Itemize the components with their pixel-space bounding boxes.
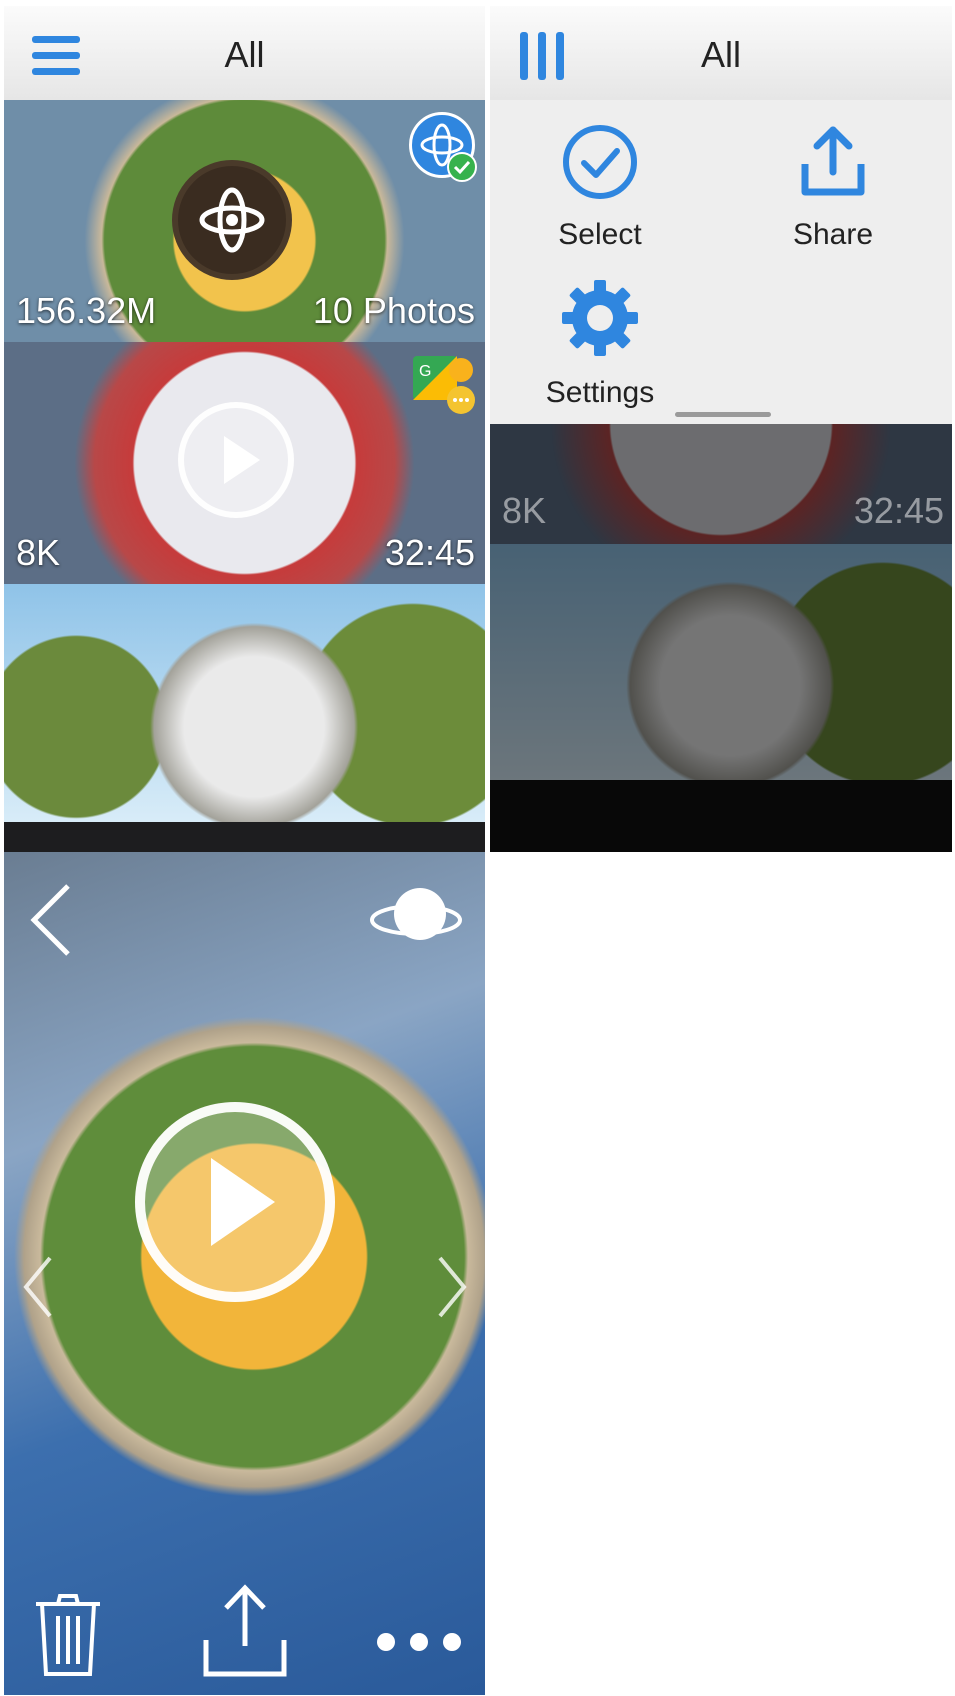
duration-label: 32:45 <box>384 532 475 573</box>
top-bar: All <box>490 6 952 101</box>
resolution-label: 8K <box>502 490 547 531</box>
viewer-screen <box>4 852 485 1695</box>
page-title: All <box>700 34 741 75</box>
orbit-photo-set-icon <box>172 160 292 280</box>
next-icon[interactable] <box>432 1252 472 1322</box>
svg-text:G: G <box>419 363 431 380</box>
bottom-band <box>4 822 485 852</box>
play-icon <box>211 1158 275 1246</box>
settings-label: Settings <box>545 376 655 409</box>
share-icon <box>801 126 865 196</box>
more-icon[interactable] <box>374 1630 464 1654</box>
photo-count-label: 10 Photos <box>312 290 475 331</box>
dropdown-menu: Select Share Settings <box>490 100 952 424</box>
share-menu-item[interactable]: Share <box>772 122 894 252</box>
gallery-screen: All 156.32M 10 Photos G 8K 32:45 <box>4 6 485 852</box>
google-maps-badge-icon: G <box>413 352 475 418</box>
prev-icon[interactable] <box>18 1252 58 1322</box>
media-tile-photos[interactable]: 156.32M 10 Photos <box>4 100 485 342</box>
page-title: All <box>224 34 265 75</box>
share-label: Share <box>792 218 874 251</box>
select-check-icon <box>563 125 637 199</box>
file-size-label: 156.32M <box>16 290 157 331</box>
dimmed-gallery[interactable]: 8K 32:45 <box>490 424 952 852</box>
drawer-handle[interactable] <box>675 412 771 417</box>
resolution-label: 8K <box>16 532 61 573</box>
media-tile-video[interactable]: G 8K 32:45 <box>4 342 485 584</box>
gear-icon <box>562 280 638 356</box>
play-button[interactable] <box>135 1102 335 1302</box>
media-tile-photo[interactable] <box>4 584 485 822</box>
select-label: Select <box>558 218 642 251</box>
trash-icon[interactable] <box>32 1590 104 1680</box>
share-icon[interactable] <box>200 1582 290 1682</box>
settings-menu-item[interactable]: Settings <box>530 276 670 410</box>
select-menu-item[interactable]: Select <box>545 122 655 252</box>
play-icon <box>178 402 294 518</box>
back-icon[interactable] <box>26 880 76 960</box>
menu-screen: All Select Share Settings 8K 32:45 <box>490 6 952 852</box>
duration-label: 32:45 <box>853 490 944 531</box>
top-bar: All <box>4 6 485 101</box>
check-badge-icon <box>447 152 477 182</box>
planet-view-icon[interactable] <box>366 882 466 952</box>
